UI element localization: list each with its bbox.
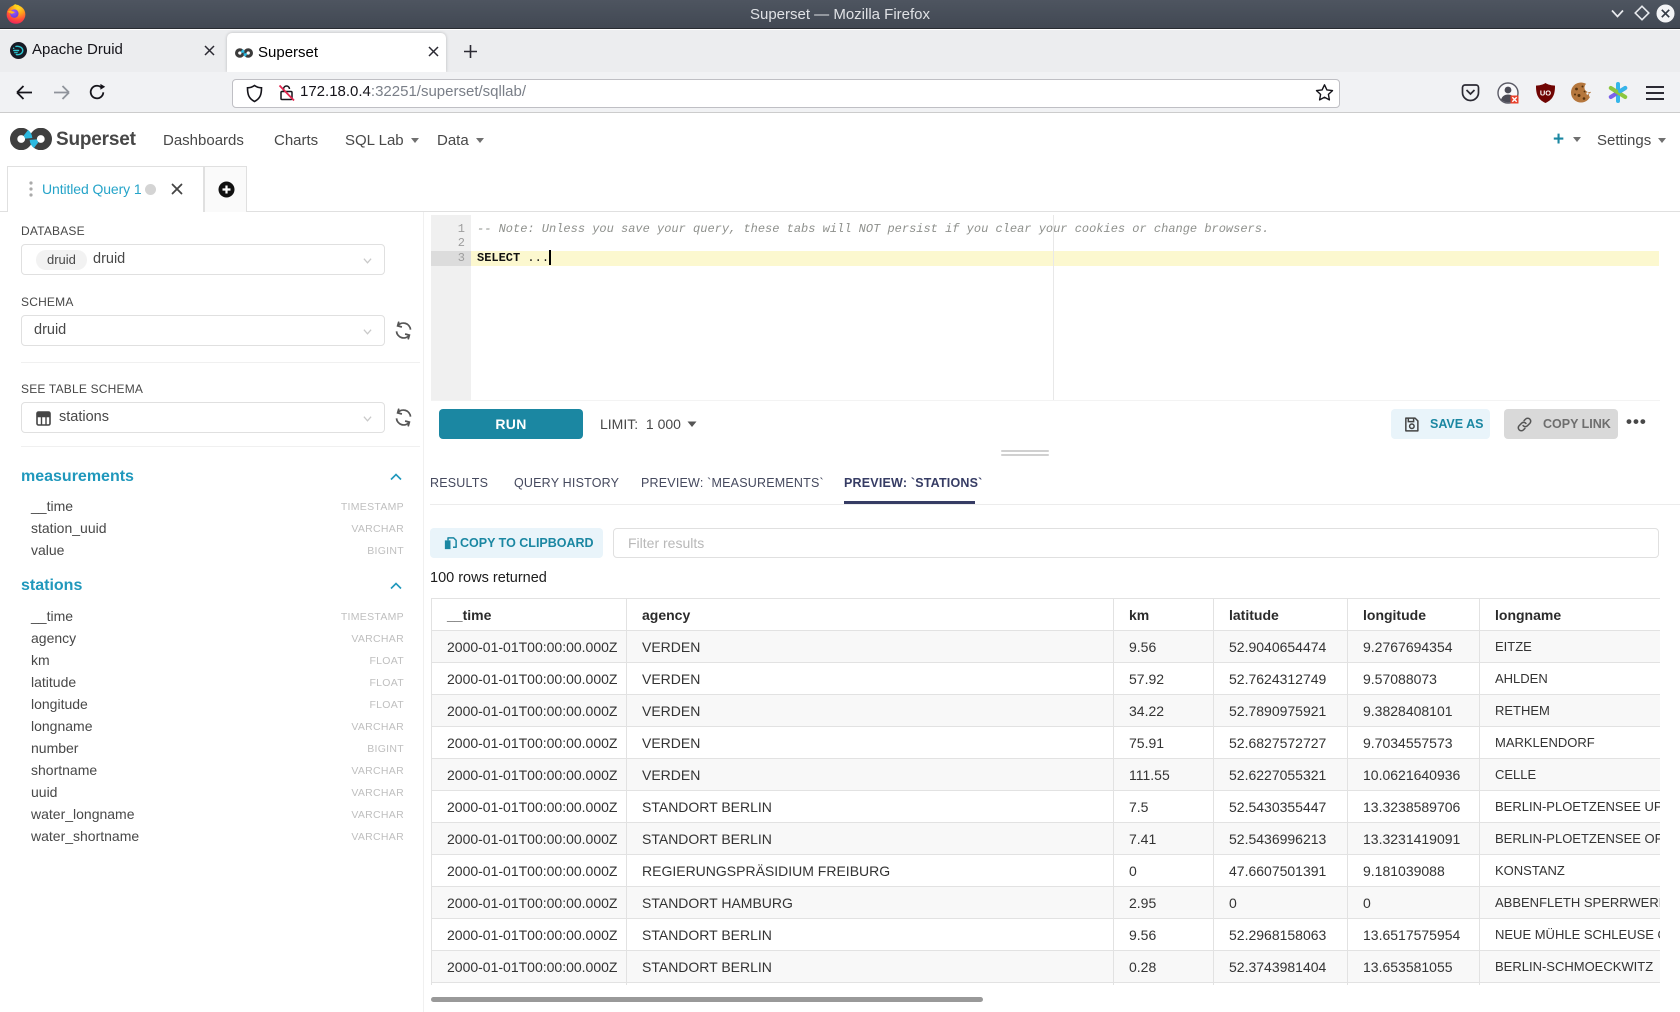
svg-text:UO: UO <box>1540 89 1551 98</box>
